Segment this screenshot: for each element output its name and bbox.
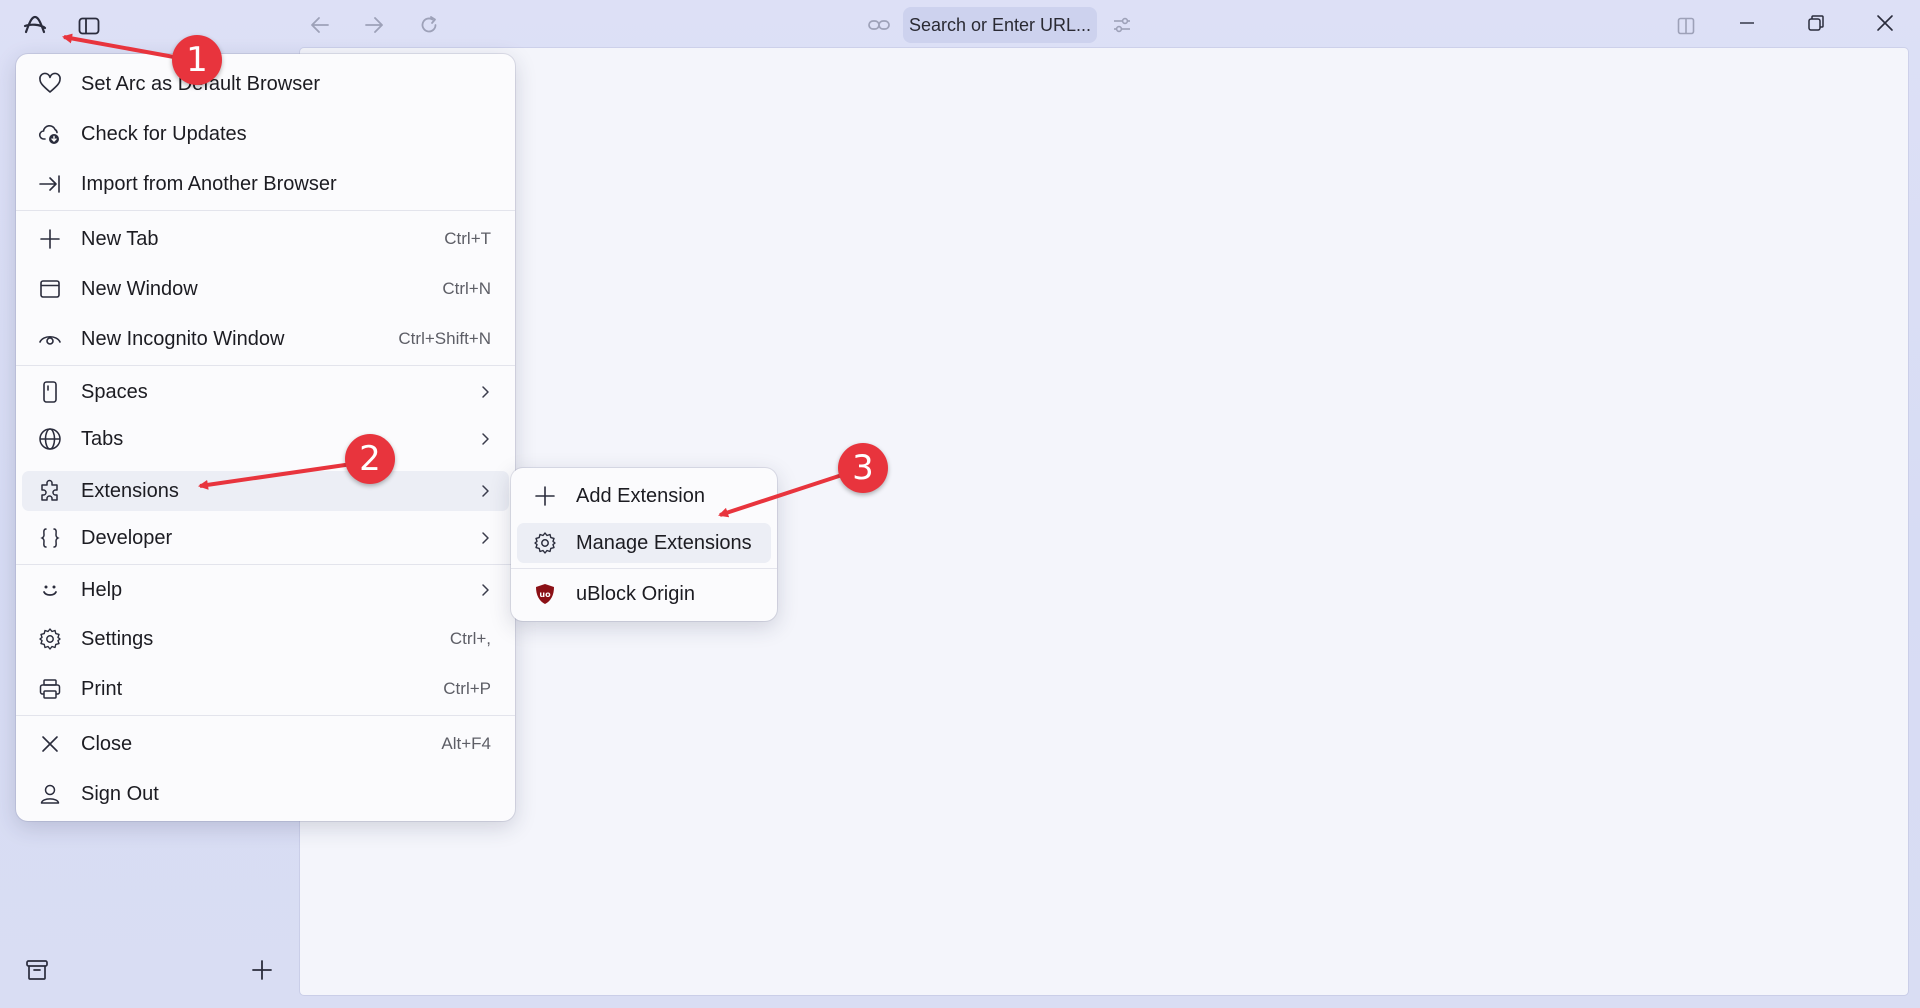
menu-item-label: Sign Out (81, 782, 159, 805)
menu-item-label: Check for Updates (81, 122, 247, 145)
reload-icon[interactable] (412, 8, 446, 42)
menu-item-shortcut: Ctrl+P (443, 679, 491, 698)
heart-icon (38, 72, 62, 96)
menu-item-label: Settings (81, 627, 154, 650)
menu-item-import-browser[interactable]: Import from Another Browser (22, 164, 509, 204)
plus-icon (533, 484, 557, 508)
menu-item-set-default-browser[interactable]: Set Arc as Default Browser (22, 64, 509, 104)
menu-item-label: Import from Another Browser (81, 172, 337, 195)
url-placeholder: Search or Enter URL... (908, 14, 1092, 35)
menu-item-label: Add Extension (576, 484, 705, 507)
globe-icon (38, 427, 62, 451)
arc-main-menu: Set Arc as Default Browser Check for Upd… (16, 54, 515, 821)
annotation-badge-2: 2 (345, 434, 395, 484)
menu-item-shortcut: Ctrl+T (444, 229, 491, 248)
menu-item-label: Tabs (81, 427, 124, 450)
submenu-item-add-extension[interactable]: Add Extension (517, 476, 771, 516)
ublock-shield-icon: uo (533, 582, 557, 606)
arc-logo-menu-icon[interactable] (18, 8, 52, 42)
braces-icon (38, 526, 62, 550)
sidebar-toggle-icon[interactable] (72, 9, 106, 43)
restore-icon[interactable] (1799, 6, 1833, 40)
new-tab-plus-icon[interactable] (245, 953, 279, 987)
gear-icon (533, 531, 557, 555)
menu-item-spaces[interactable]: Spaces (22, 372, 509, 412)
extensions-submenu: Add Extension Manage Extensions uo uBloc… (511, 468, 777, 621)
spaces-phone-icon (38, 380, 62, 404)
menu-item-shortcut: Ctrl+Shift+N (398, 329, 491, 348)
archive-icon[interactable] (20, 953, 54, 987)
menu-item-label: uBlock Origin (576, 582, 695, 605)
menu-item-label: Developer (81, 526, 173, 549)
smiley-icon (38, 578, 62, 602)
menu-separator (16, 210, 515, 211)
submenu-item-ublock-origin[interactable]: uo uBlock Origin (517, 574, 771, 614)
close-x-icon (38, 732, 62, 756)
menu-item-developer[interactable]: Developer (22, 518, 509, 558)
menu-item-check-updates[interactable]: Check for Updates (22, 114, 509, 154)
menu-item-label: New Tab (81, 227, 159, 250)
menu-item-label: Close (81, 732, 133, 755)
annotation-badge-1: 1 (172, 35, 222, 85)
chevron-right-icon (477, 483, 493, 499)
menu-item-label: Help (81, 578, 123, 601)
menu-item-help[interactable]: Help (22, 570, 509, 610)
chevron-right-icon (477, 431, 493, 447)
menu-item-label: Extensions (81, 479, 179, 502)
menu-item-label: New Incognito Window (81, 327, 285, 350)
import-arrow-icon (38, 172, 62, 196)
copy-link-icon[interactable] (862, 8, 896, 42)
url-bar[interactable]: Search or Enter URL... (903, 7, 1097, 43)
menu-item-close[interactable]: Close Alt+F4 (22, 724, 509, 764)
menu-separator (16, 365, 515, 366)
menu-item-sign-out[interactable]: Sign Out (22, 774, 509, 814)
menu-item-print[interactable]: Print Ctrl+P (22, 669, 509, 709)
menu-separator (511, 568, 777, 569)
cloud-download-icon (38, 122, 62, 146)
menu-item-settings[interactable]: Settings Ctrl+, (22, 619, 509, 659)
annotation-badge-3: 3 (838, 443, 888, 493)
menu-item-label: Spaces (81, 380, 148, 403)
menu-item-tabs[interactable]: Tabs (22, 419, 509, 459)
submenu-item-manage-extensions[interactable]: Manage Extensions (517, 523, 771, 563)
menu-item-new-tab[interactable]: New Tab Ctrl+T (22, 219, 509, 259)
forward-icon[interactable] (357, 8, 391, 42)
puzzle-icon (38, 479, 62, 503)
menu-separator (16, 715, 515, 716)
user-icon (38, 782, 62, 806)
close-window-icon[interactable] (1868, 6, 1902, 40)
chevron-right-icon (477, 530, 493, 546)
menu-item-new-window[interactable]: New Window Ctrl+N (22, 269, 509, 309)
printer-icon (38, 677, 62, 701)
menu-item-label: Print (81, 677, 123, 700)
menu-item-label: Manage Extensions (576, 531, 752, 554)
plus-icon (38, 227, 62, 251)
chevron-right-icon (477, 384, 493, 400)
menu-item-shortcut: Ctrl+, (449, 629, 491, 648)
menu-item-new-incognito[interactable]: New Incognito Window Ctrl+Shift+N (22, 319, 509, 359)
incognito-eye-icon (38, 327, 62, 351)
menu-item-shortcut: Ctrl+N (442, 279, 491, 298)
site-controls-icon[interactable] (1105, 8, 1139, 42)
menu-item-extensions[interactable]: Extensions (22, 471, 509, 511)
split-view-icon[interactable] (1669, 9, 1703, 43)
back-icon[interactable] (303, 8, 337, 42)
menu-item-label: New Window (81, 277, 198, 300)
gear-icon (38, 627, 62, 651)
window-icon (38, 277, 62, 301)
menu-item-shortcut: Alt+F4 (441, 734, 491, 753)
chevron-right-icon (477, 582, 493, 598)
minimize-icon[interactable] (1730, 6, 1764, 40)
menu-separator (16, 564, 515, 565)
svg-text:uo: uo (539, 590, 551, 599)
